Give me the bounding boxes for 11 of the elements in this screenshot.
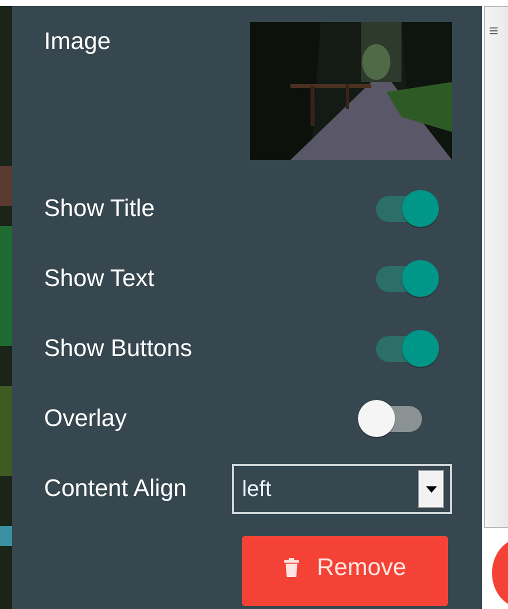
trash-icon: [284, 558, 299, 577]
toggle-label: Show Title: [44, 195, 155, 223]
dropdown[interactable]: left: [232, 464, 452, 514]
scrollbar-thumb[interactable]: ≡: [484, 6, 508, 528]
field-label: Image: [44, 28, 111, 56]
remove-button[interactable]: Remove: [242, 536, 448, 606]
toggle-label: Show Text: [44, 265, 154, 293]
toggle-label: Show Buttons: [44, 335, 192, 363]
toggle-label: Overlay: [44, 405, 127, 433]
field-label: Content Align: [44, 475, 187, 503]
grip-icon[interactable]: ≡: [489, 23, 498, 41]
